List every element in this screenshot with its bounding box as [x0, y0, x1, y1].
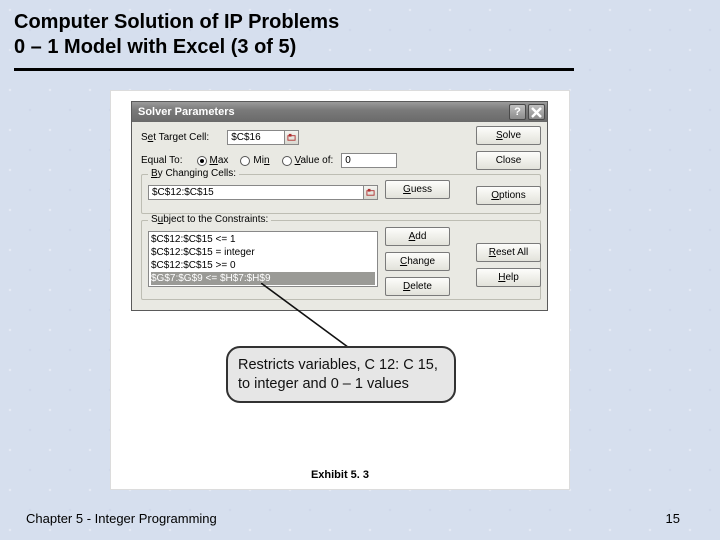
radio-value-of-label: Value of:	[295, 155, 334, 166]
callout-bubble: Restricts variables, C 12: C 15, to inte…	[226, 346, 456, 403]
solver-parameters-dialog: Solver Parameters ? Set Target Cell: $C$…	[131, 101, 548, 311]
dialog-title: Solver Parameters	[138, 106, 235, 118]
radio-min-label: Min	[253, 155, 269, 166]
reset-all-button[interactable]: Reset All	[476, 243, 541, 262]
page-number: 15	[666, 511, 680, 526]
range-picker-icon[interactable]	[284, 130, 299, 145]
change-button[interactable]: Change	[385, 252, 450, 271]
radio-value-of[interactable]	[282, 156, 292, 166]
changing-cells-input[interactable]: $C$12:$C$15	[148, 185, 364, 200]
value-of-input[interactable]: 0	[341, 153, 397, 168]
constraints-label: Subject to the Constraints:	[148, 214, 271, 225]
close-button[interactable]: Close	[476, 151, 541, 170]
guess-button[interactable]: Guess	[385, 180, 450, 199]
middle-buttons: Guess Add Change Delete	[385, 180, 450, 302]
footer-chapter: Chapter 5 - Integer Programming	[26, 511, 217, 526]
range-picker-icon[interactable]	[363, 185, 378, 200]
radio-max[interactable]	[197, 156, 207, 166]
radio-min[interactable]	[240, 156, 250, 166]
target-cell-input[interactable]: $C$16	[227, 130, 285, 145]
dialog-body: Set Target Cell: $C$16 Equal To: Max Min…	[132, 122, 547, 310]
options-button[interactable]: Options	[476, 186, 541, 205]
list-item[interactable]: $C$12:$C$15 >= 0	[151, 259, 375, 272]
list-item[interactable]: $C$12:$C$15 <= 1	[151, 233, 375, 246]
delete-button[interactable]: Delete	[385, 277, 450, 296]
target-cell-label: Set Target Cell:	[141, 132, 209, 143]
radio-max-label: Max	[210, 155, 229, 166]
list-item[interactable]: $C$12:$C$15 = integer	[151, 246, 375, 259]
help-icon[interactable]: ?	[509, 104, 526, 120]
constraints-listbox[interactable]: $C$12:$C$15 <= 1 $C$12:$C$15 = integer $…	[148, 231, 378, 287]
close-icon[interactable]	[528, 104, 545, 120]
slide-title: Computer Solution of IP Problems 0 – 1 M…	[14, 10, 339, 60]
add-button[interactable]: Add	[385, 227, 450, 246]
slide-title-line1: Computer Solution of IP Problems	[14, 11, 339, 33]
divider	[14, 68, 574, 71]
dialog-titlebar[interactable]: Solver Parameters ?	[132, 102, 547, 122]
slide-title-line2: 0 – 1 Model with Excel (3 of 5)	[14, 36, 296, 58]
equal-to-label: Equal To:	[141, 155, 183, 166]
right-buttons: Solve Close Options Reset All Help	[476, 126, 541, 293]
exhibit-label: Exhibit 5. 3	[111, 469, 569, 481]
list-item[interactable]: $G$7:$G$9 <= $H$7:$H$9	[151, 272, 375, 285]
solve-button[interactable]: Solve	[476, 126, 541, 145]
help-button[interactable]: Help	[476, 268, 541, 287]
callout-text: Restricts variables, C 12: C 15, to inte…	[238, 357, 438, 392]
figure-panel: Solver Parameters ? Set Target Cell: $C$…	[110, 90, 570, 490]
changing-cells-label: By Changing Cells:	[148, 168, 239, 179]
